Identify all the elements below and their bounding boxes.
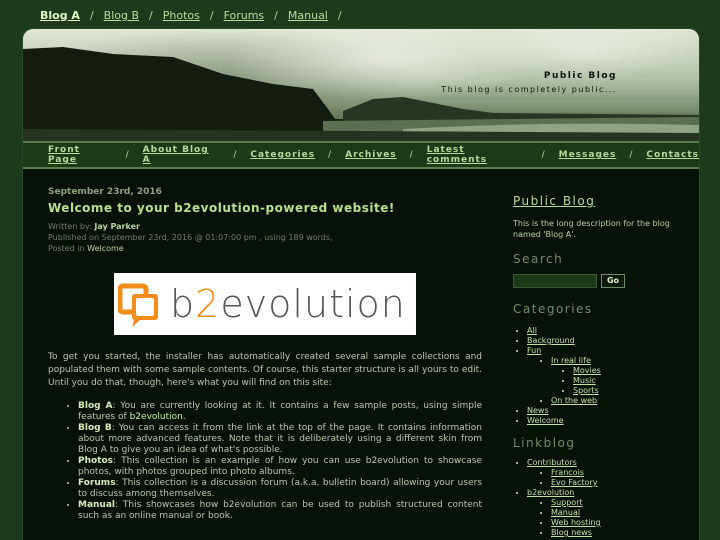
linkblog-manual[interactable]: Manual <box>551 508 580 517</box>
page-frame: Public Blog This blog is completely publ… <box>22 28 700 540</box>
category-music[interactable]: Music <box>573 376 596 385</box>
speech-bubbles-icon <box>118 283 158 327</box>
header-banner: Public Blog This blog is completely publ… <box>23 29 699 141</box>
list-item: Photos: This collection is an example of… <box>78 456 482 478</box>
top-nav-manual[interactable]: Manual <box>288 9 328 22</box>
menu-archives[interactable]: Archives <box>345 150 397 160</box>
top-nav: Blog A / Blog B / Photos / Forums / Manu… <box>40 6 342 24</box>
category-welcome[interactable]: Welcome <box>527 416 564 425</box>
list-item: Manual: This showcases how b2evolution c… <box>78 500 482 522</box>
top-nav-separator: / <box>89 8 94 22</box>
search-form: Go <box>513 274 683 288</box>
sidebar: Public Blog This is the long description… <box>513 194 683 538</box>
post: September 23rd, 2016 Welcome to your b2e… <box>48 187 482 521</box>
top-nav-separator: / <box>149 8 153 22</box>
list-item: Forums: This collection is a discussion … <box>78 478 482 500</box>
top-nav-photos[interactable]: Photos <box>163 9 200 22</box>
post-category-link[interactable]: Welcome <box>87 244 124 253</box>
category-background[interactable]: Background <box>527 336 575 345</box>
linkblog-contributors[interactable]: Contributors <box>527 458 577 467</box>
sidebar-blog-description: This is the long description for the blo… <box>513 219 670 239</box>
top-nav-separator: / <box>274 8 278 22</box>
posted-in-label: Posted in <box>48 244 85 253</box>
linkblog-support[interactable]: Support <box>551 498 583 507</box>
list-item: Blog A: You are currently looking at it.… <box>78 401 482 423</box>
top-nav-blog-b[interactable]: Blog B <box>104 9 139 22</box>
linkblog-evo-factory[interactable]: Evo Factory <box>551 478 597 487</box>
post-date: September 23rd, 2016 <box>48 187 162 197</box>
post-title[interactable]: Welcome to your b2evolution-powered webs… <box>48 201 482 215</box>
main-menu: Front Page / About Blog A / Categories /… <box>23 141 699 169</box>
linkblog-heading: Linkblog <box>513 436 576 450</box>
top-nav-forums[interactable]: Forums <box>224 9 265 22</box>
category-in-real-life[interactable]: In real life <box>551 356 591 365</box>
search-heading: Search <box>513 252 564 266</box>
written-by-label: Written by: <box>48 222 92 231</box>
features-list: Blog A: You are currently looking at it.… <box>78 401 482 522</box>
sidebar-blog-title[interactable]: Public Blog <box>513 194 683 208</box>
blog-tagline: This blog is completely public... <box>441 85 617 94</box>
linkblog-b2evolution[interactable]: b2evolution <box>527 488 574 497</box>
menu-separator: / <box>629 150 634 160</box>
logo-wordmark: b2evolution <box>170 282 406 326</box>
linkblog-tree: Contributors Francois Evo Factory b2evol… <box>513 458 683 538</box>
list-item: Blog B: You can access it from the link … <box>78 423 482 456</box>
b2evolution-logo: b2evolution <box>114 273 416 335</box>
search-go-button[interactable]: Go <box>601 274 625 288</box>
categories-tree: All Background Fun In real life Movies M… <box>513 326 683 426</box>
category-news[interactable]: News <box>527 406 549 415</box>
menu-categories[interactable]: Categories <box>250 150 315 160</box>
category-movies[interactable]: Movies <box>573 366 601 375</box>
category-on-the-web[interactable]: On the web <box>551 396 597 405</box>
category-all[interactable]: All <box>527 326 537 335</box>
menu-about-blog-a[interactable]: About Blog A <box>143 145 221 165</box>
top-nav-separator: / <box>337 8 342 22</box>
post-author[interactable]: Jay Parker <box>94 222 140 231</box>
menu-latest-comments[interactable]: Latest comments <box>427 145 529 165</box>
blog-title[interactable]: Public Blog <box>544 71 617 81</box>
menu-separator: / <box>125 150 130 160</box>
category-sports[interactable]: Sports <box>573 386 599 395</box>
top-nav-separator: / <box>209 8 214 22</box>
category-fun[interactable]: Fun <box>527 346 541 355</box>
categories-heading: Categories <box>513 302 593 316</box>
menu-separator: / <box>328 150 333 160</box>
menu-separator: / <box>409 150 414 160</box>
post-published: Published on September 23rd, 2016 @ 01:0… <box>48 233 333 242</box>
linkblog-blog-news[interactable]: Blog news <box>551 528 592 537</box>
top-nav-blog-a[interactable]: Blog A <box>40 9 80 22</box>
post-meta: Written by: Jay Parker Published on Sept… <box>48 221 482 254</box>
b2evolution-link[interactable]: b2evolution <box>130 412 183 422</box>
menu-separator: / <box>233 150 238 160</box>
menu-contacts[interactable]: Contacts <box>646 150 699 160</box>
menu-front-page[interactable]: Front Page <box>48 145 113 165</box>
linkblog-web-hosting[interactable]: Web hosting <box>551 518 601 527</box>
linkblog-francois[interactable]: Francois <box>551 468 584 477</box>
menu-messages[interactable]: Messages <box>559 150 617 160</box>
post-intro: To get you started, the installer has au… <box>48 352 482 388</box>
menu-separator: / <box>541 150 546 160</box>
search-input[interactable] <box>513 274 597 288</box>
